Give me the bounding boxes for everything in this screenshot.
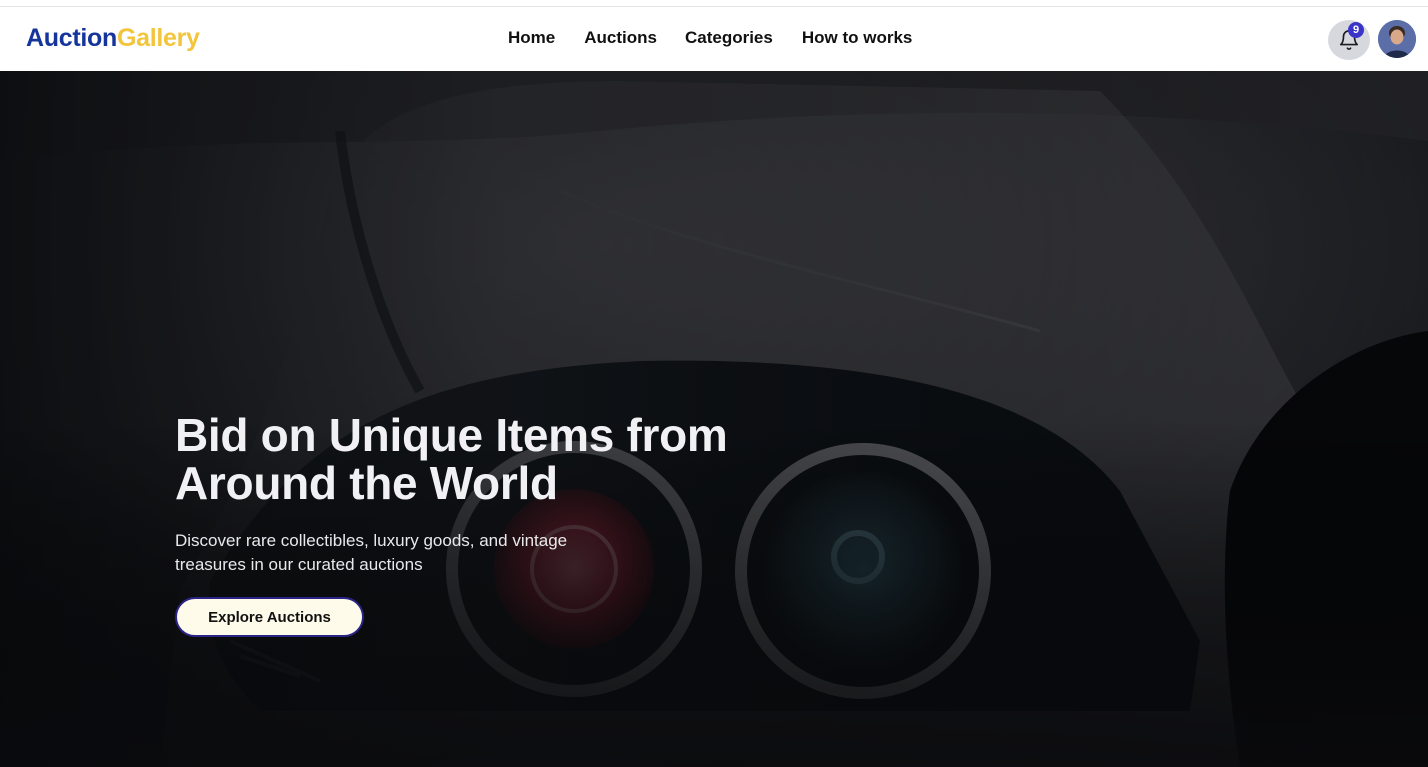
nav-how-to-works[interactable]: How to works: [802, 27, 913, 49]
hero-title-line-2: Around the World: [175, 457, 558, 509]
avatar-image: [1378, 20, 1416, 58]
nav-auctions[interactable]: Auctions: [584, 27, 657, 49]
navbar: AuctionGallery Home Auctions Categories …: [0, 7, 1428, 71]
hero-subtitle-line-1: Discover rare collectibles, luxury goods…: [175, 531, 568, 550]
hero-subtitle-line-2: treasures in our curated auctions: [175, 555, 423, 574]
logo-part-1: Auction: [26, 24, 117, 52]
hero-subtitle: Discover rare collectibles, luxury goods…: [175, 529, 635, 577]
hero-title: Bid on Unique Items from Around the Worl…: [175, 411, 875, 507]
top-border: [0, 0, 1428, 7]
logo-part-2: Gallery: [116, 24, 200, 52]
nav-categories[interactable]: Categories: [685, 27, 773, 49]
hero-section: Bid on Unique Items from Around the Worl…: [0, 71, 1428, 767]
hero-title-line-1: Bid on Unique Items from: [175, 409, 728, 461]
logo[interactable]: AuctionGallery: [26, 23, 200, 53]
main-nav: Home Auctions Categories How to works: [508, 27, 912, 49]
avatar[interactable]: [1378, 20, 1416, 58]
notification-count-badge: 9: [1348, 22, 1364, 38]
nav-home[interactable]: Home: [508, 27, 555, 49]
explore-auctions-button[interactable]: Explore Auctions: [175, 597, 364, 637]
